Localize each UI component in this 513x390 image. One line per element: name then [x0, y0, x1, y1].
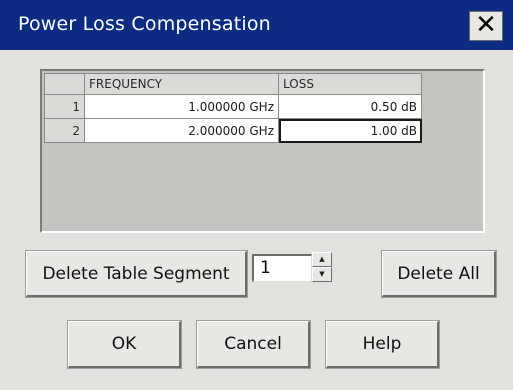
loss-table-panel: FREQUENCY LOSS 1 1.000000 GHz 0.50 dB 2 … [40, 69, 485, 233]
frequency-cell[interactable]: 2.000000 GHz [84, 118, 279, 143]
frequency-cell[interactable]: 1.000000 GHz [84, 94, 279, 119]
ok-button[interactable]: OK [68, 321, 181, 368]
window-title: Power Loss Compensation [18, 13, 271, 35]
cancel-button[interactable]: Cancel [197, 321, 310, 368]
row-header[interactable]: 2 [44, 118, 85, 143]
segment-spinner[interactable]: ▲ ▼ [312, 252, 332, 282]
corner-header [44, 73, 85, 95]
loss-cell-selected[interactable]: 1.00 dB [278, 118, 422, 143]
chevron-up-icon: ▲ [319, 255, 325, 263]
delete-table-segment-button[interactable]: Delete Table Segment [26, 251, 247, 297]
title-bar: Power Loss Compensation ✕ [0, 0, 513, 50]
close-button[interactable]: ✕ [469, 11, 503, 41]
close-icon: ✕ [475, 10, 497, 40]
chevron-down-icon: ▼ [319, 270, 325, 278]
delete-all-button[interactable]: Delete All [382, 251, 496, 297]
column-header-loss[interactable]: LOSS [278, 73, 422, 95]
help-button[interactable]: Help [326, 321, 439, 368]
column-header-frequency[interactable]: FREQUENCY [84, 73, 279, 95]
table-row[interactable]: 1 1.000000 GHz 0.50 dB [44, 94, 422, 119]
segment-number-field[interactable]: 1 [252, 254, 312, 282]
spin-up-button[interactable]: ▲ [312, 252, 332, 267]
loss-table: FREQUENCY LOSS 1 1.000000 GHz 0.50 dB 2 … [44, 73, 422, 143]
table-row[interactable]: 2 2.000000 GHz 1.00 dB [44, 118, 422, 143]
table-header-row: FREQUENCY LOSS [44, 73, 422, 95]
loss-cell[interactable]: 0.50 dB [278, 94, 422, 119]
spin-down-button[interactable]: ▼ [312, 267, 332, 282]
row-header[interactable]: 1 [44, 94, 85, 119]
